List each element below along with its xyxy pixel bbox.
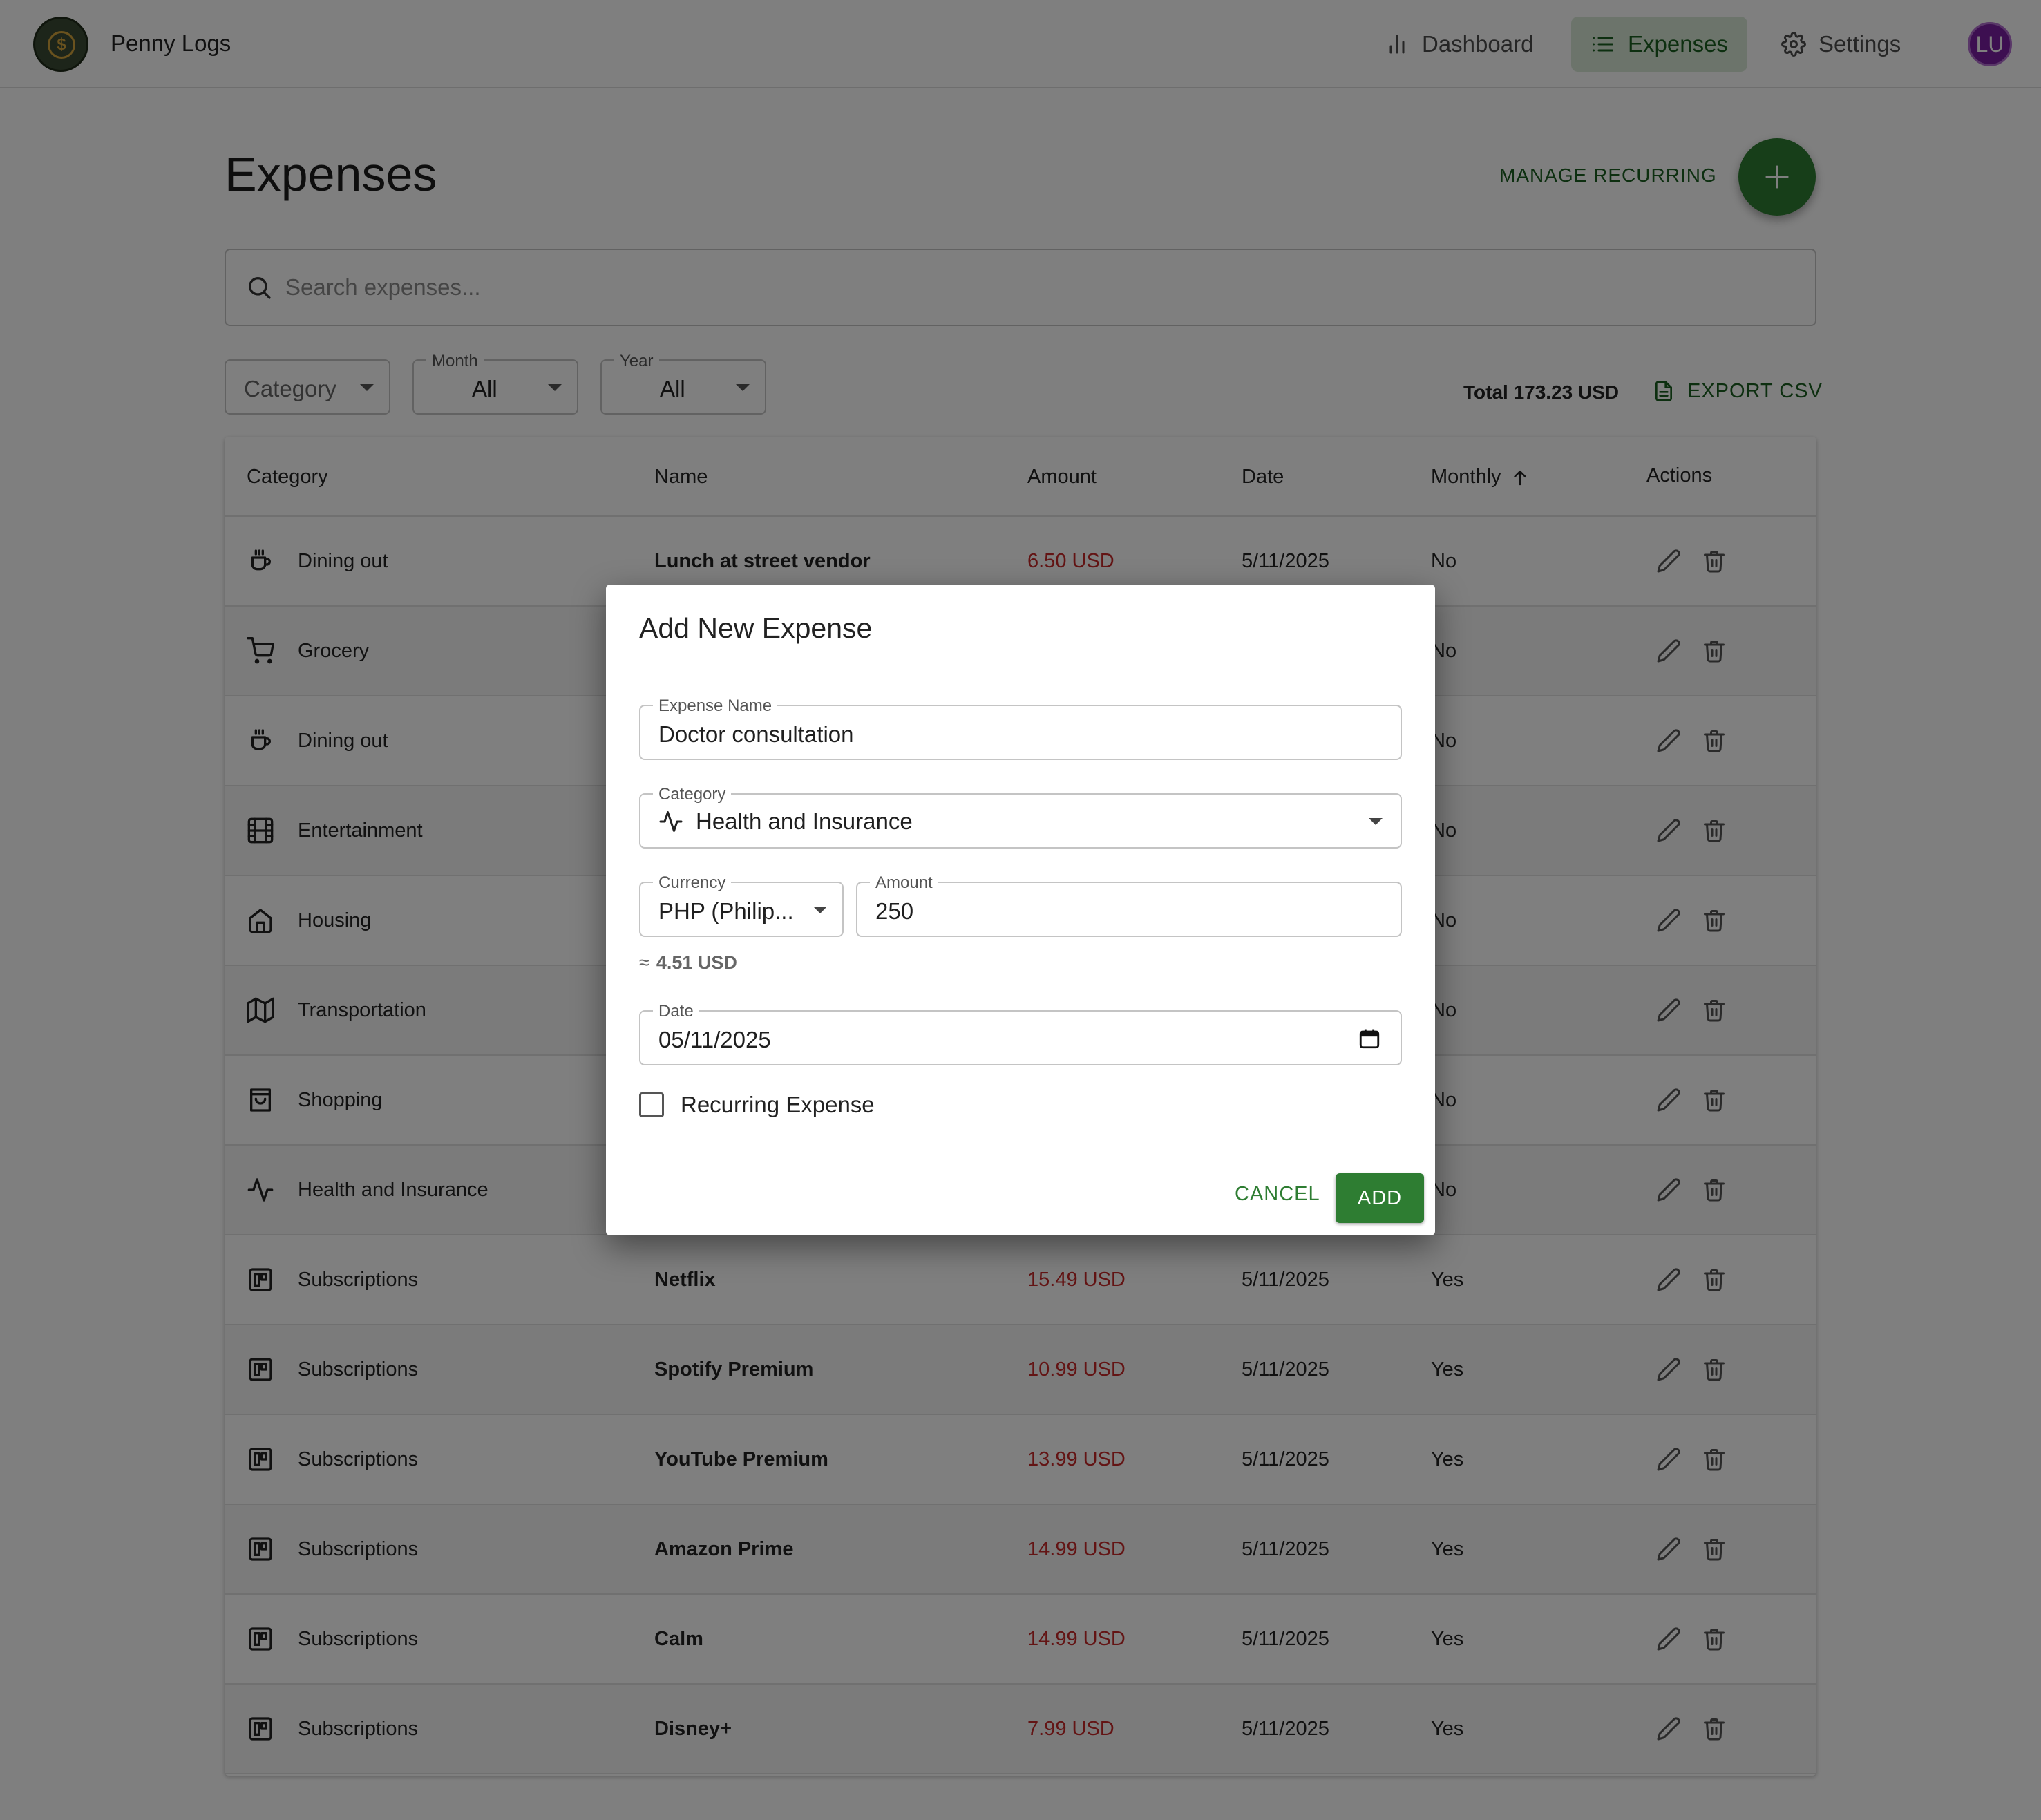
- dialog-title: Add New Expense: [639, 612, 873, 644]
- recurring-expense-label: Recurring Expense: [681, 1092, 875, 1117]
- amount-label: Amount: [870, 873, 938, 893]
- amount-value: 250: [875, 898, 914, 924]
- currency-select[interactable]: Currency PHP (Philip...: [639, 873, 844, 937]
- chevron-down-icon: [1369, 818, 1383, 825]
- date-field[interactable]: Date 05/11/2025: [639, 1002, 1402, 1065]
- expense-name-field[interactable]: Expense Name Doctor consultation: [639, 696, 1402, 760]
- expense-name-label: Expense Name: [653, 696, 778, 716]
- cancel-button[interactable]: CANCEL: [1235, 1183, 1320, 1206]
- category-select[interactable]: Category Health and Insurance: [639, 785, 1402, 849]
- category-select-text: Health and Insurance: [696, 808, 913, 834]
- approx-value: 4.51 USD: [656, 952, 737, 973]
- recurring-expense-option[interactable]: Recurring Expense: [639, 1092, 875, 1118]
- date-value: 05/11/2025: [658, 1027, 771, 1052]
- category-select-value: Health and Insurance: [658, 808, 913, 835]
- add-expense-dialog: Add New Expense Expense Name Doctor cons…: [606, 585, 1435, 1235]
- amount-field[interactable]: Amount 250: [856, 873, 1402, 937]
- add-button[interactable]: ADD: [1336, 1173, 1424, 1223]
- currency-select-label: Currency: [653, 873, 732, 893]
- date-label: Date: [653, 1002, 699, 1021]
- activity-icon: [659, 811, 683, 832]
- approx-symbol: ≈: [639, 952, 649, 973]
- recurring-expense-checkbox[interactable]: [639, 1092, 664, 1117]
- calendar-icon[interactable]: [1358, 1027, 1381, 1050]
- converted-amount: ≈4.51 USD: [639, 952, 737, 974]
- expense-name-value: Doctor consultation: [658, 721, 854, 747]
- category-select-label: Category: [653, 785, 732, 804]
- currency-select-value: PHP (Philip...: [658, 898, 794, 924]
- chevron-down-icon: [813, 907, 827, 913]
